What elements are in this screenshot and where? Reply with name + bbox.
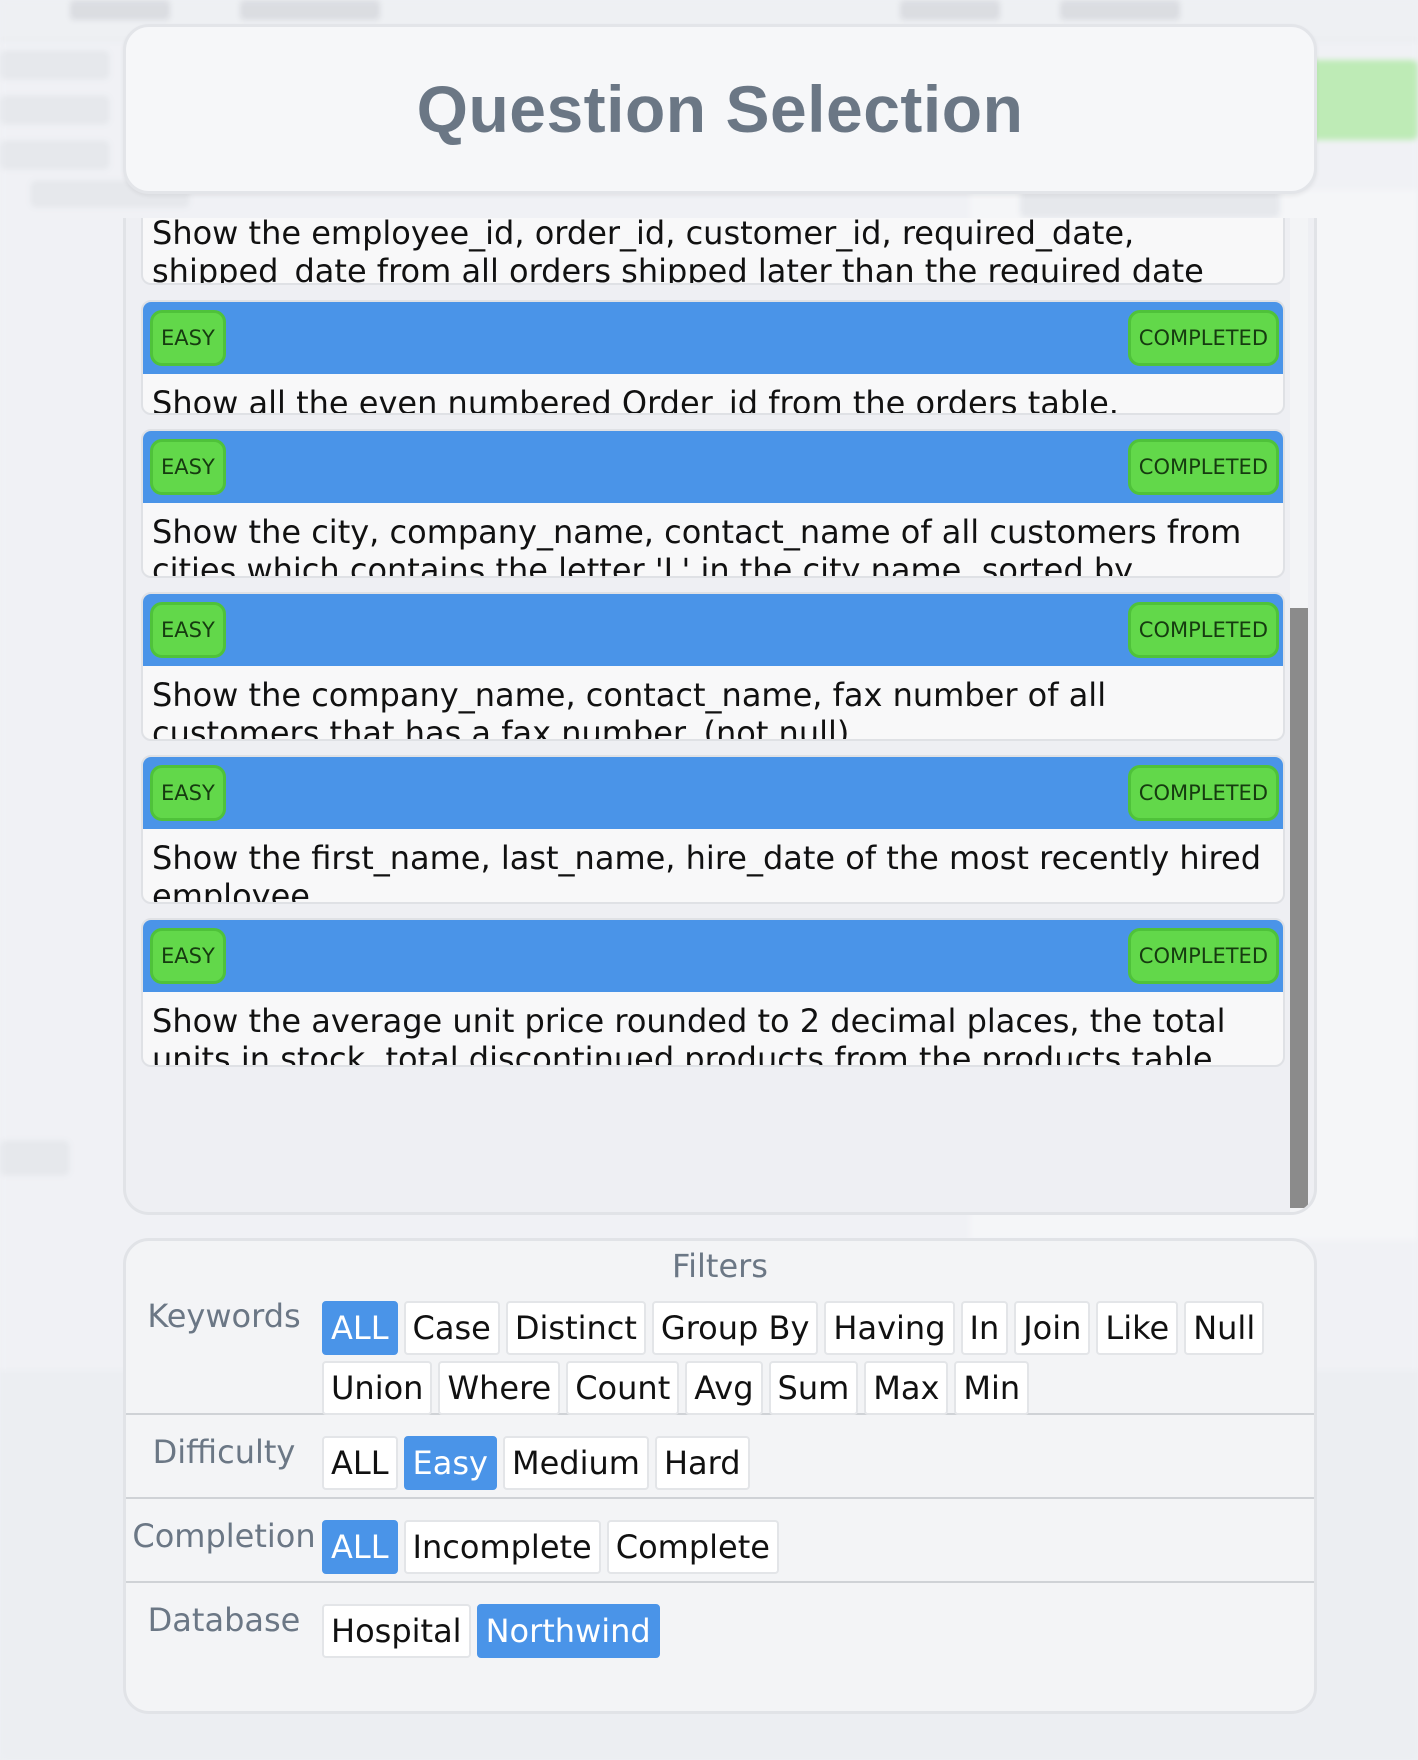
keywords-filter: Keywords ALL Case Distinct Group By Having In… — [126, 1241, 1314, 1415]
status-badge: COMPLETED — [1127, 928, 1279, 984]
database-filter: Database Hospital Northwind — [126, 1581, 1314, 1665]
keywords-option-max[interactable]: Max — [864, 1361, 949, 1415]
difficulty-badge: EASY — [150, 439, 226, 495]
keywords-option-having[interactable]: Having — [824, 1301, 955, 1355]
keywords-option-count[interactable]: Count — [566, 1361, 680, 1415]
question-text: Show the employee_id, order_id, customer… — [152, 218, 1204, 285]
page-title: Question Selection — [416, 72, 1024, 146]
keywords-option-sum[interactable]: Sum — [768, 1361, 859, 1415]
question-card-header: EASY COMPLETED — [143, 594, 1283, 666]
question-text: Show the first_name, last_name, hire_dat… — [152, 839, 1261, 904]
keywords-option-min[interactable]: Min — [954, 1361, 1030, 1415]
difficulty-filter: Difficulty ALL Easy Medium Hard — [126, 1413, 1314, 1499]
completion-option-all[interactable]: ALL — [322, 1520, 398, 1574]
keywords-option-avg[interactable]: Avg — [685, 1361, 763, 1415]
keywords-option-union[interactable]: Union — [322, 1361, 433, 1415]
keywords-options: ALL Case Distinct Group By Having In Join Like N… — [322, 1301, 1304, 1415]
completion-filter: Completion ALL Incomplete Complete — [126, 1497, 1314, 1583]
question-card-header: EASY COMPLETED — [143, 302, 1283, 374]
difficulty-option-all[interactable]: ALL — [322, 1436, 398, 1490]
keywords-option-join[interactable]: Join — [1014, 1301, 1091, 1355]
scrollbar-thumb[interactable] — [1290, 608, 1308, 1208]
question-card-header: EASY COMPLETED — [143, 431, 1283, 503]
keywords-option-distinct[interactable]: Distinct — [505, 1301, 646, 1355]
keywords-option-like[interactable]: Like — [1096, 1301, 1179, 1355]
filters-panel: Filters Keywords ALL Case Distinct Group By… — [123, 1238, 1317, 1714]
database-label: Database — [147, 1601, 301, 1639]
completion-options: ALL Incomplete Complete — [322, 1520, 1304, 1574]
difficulty-option-medium[interactable]: Medium — [502, 1436, 649, 1490]
question-card[interactable]: EASY COMPLETED Show all the even numbere… — [141, 300, 1285, 415]
keywords-option-null[interactable]: Null — [1184, 1301, 1265, 1355]
keywords-option-group-by[interactable]: Group By — [651, 1301, 819, 1355]
database-option-northwind[interactable]: Northwind — [476, 1604, 660, 1658]
question-list[interactable]: Show the employee_id, order_id, customer… — [141, 218, 1285, 1208]
status-badge: COMPLETED — [1127, 310, 1279, 366]
difficulty-badge: EASY — [150, 602, 226, 658]
database-options: Hospital Northwind — [322, 1604, 1304, 1658]
difficulty-option-hard[interactable]: Hard — [654, 1436, 750, 1490]
question-card-header: EASY COMPLETED — [143, 920, 1283, 992]
difficulty-options: ALL Easy Medium Hard — [322, 1436, 1304, 1490]
difficulty-label: Difficulty — [152, 1433, 296, 1471]
keywords-option-all[interactable]: ALL — [322, 1301, 398, 1355]
question-card-header: EASY COMPLETED — [143, 757, 1283, 829]
header-card: Question Selection — [123, 24, 1317, 194]
question-card[interactable]: Show the employee_id, order_id, customer… — [141, 218, 1285, 285]
question-text: Show all the even numbered Order_id from… — [152, 384, 1119, 415]
completion-option-incomplete[interactable]: Incomplete — [403, 1520, 601, 1574]
question-card[interactable]: EASY COMPLETED Show the company_name, co… — [141, 592, 1285, 741]
keywords-label: Keywords — [147, 1297, 301, 1335]
completion-option-complete[interactable]: Complete — [606, 1520, 779, 1574]
question-card[interactable]: EASY COMPLETED Show the average unit pri… — [141, 918, 1285, 1067]
status-badge: COMPLETED — [1127, 602, 1279, 658]
question-card[interactable]: EASY COMPLETED Show the city, company_na… — [141, 429, 1285, 578]
keywords-option-case[interactable]: Case — [403, 1301, 500, 1355]
question-card[interactable]: EASY COMPLETED Show the first_name, last… — [141, 755, 1285, 904]
keywords-option-where[interactable]: Where — [438, 1361, 561, 1415]
keywords-option-in[interactable]: In — [960, 1301, 1009, 1355]
status-badge: COMPLETED — [1127, 439, 1279, 495]
database-option-hospital[interactable]: Hospital — [322, 1604, 471, 1658]
difficulty-badge: EASY — [150, 765, 226, 821]
difficulty-badge: EASY — [150, 928, 226, 984]
difficulty-option-easy[interactable]: Easy — [403, 1436, 497, 1490]
question-text: Show the average unit price rounded to 2… — [152, 1002, 1226, 1067]
difficulty-badge: EASY — [150, 310, 226, 366]
question-text: Show the city, company_name, contact_nam… — [152, 513, 1242, 578]
question-text: Show the company_name, contact_name, fax… — [152, 676, 1107, 741]
completion-label: Completion — [132, 1517, 316, 1555]
question-list-panel[interactable]: Show the employee_id, order_id, customer… — [123, 218, 1317, 1215]
status-badge: COMPLETED — [1127, 765, 1279, 821]
